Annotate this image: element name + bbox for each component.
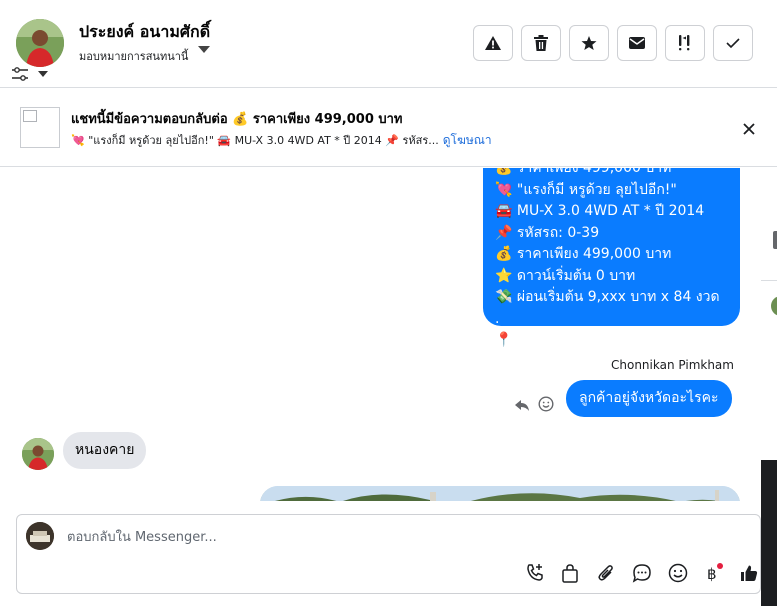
ad-title: แชทนี้มีข้อความตอบกลับต่อ 💰 ราคาเพียง 49… — [71, 112, 403, 127]
incoming-message: หนองคาย — [63, 432, 147, 469]
message-composer: ฿ — [16, 514, 761, 594]
conversation-header: ประยงค์ อนามศักดิ์ มอบหมายการสนทนานี้ — [0, 0, 777, 88]
star-button[interactable] — [569, 25, 609, 61]
thumbs-up-icon[interactable] — [739, 563, 759, 583]
reply-input[interactable] — [65, 525, 565, 549]
message-line: 💰 ราคาเพียง 499,000 บาท — [495, 168, 672, 176]
panel-dark-area — [761, 460, 777, 606]
baht-icon[interactable]: ฿ — [703, 563, 723, 583]
outgoing-message: ลูกค้าอยู่จังหวัดอะไรคะ — [566, 380, 732, 417]
contact-name[interactable]: ประยงค์ อนามศักดิ์ — [79, 20, 210, 45]
spam-button[interactable] — [473, 25, 513, 61]
star-icon — [581, 36, 597, 50]
check-icon — [726, 38, 740, 49]
filter-chevron-down-icon[interactable] — [38, 71, 48, 77]
svg-text:฿: ฿ — [707, 565, 717, 583]
call-add-icon[interactable] — [525, 563, 545, 583]
shopping-bag-icon[interactable] — [560, 563, 580, 583]
chevron-down-icon[interactable] — [198, 46, 210, 53]
message-line: ⭐ ดาวน์เริ่มต้น 0 บาท — [495, 267, 636, 284]
message-line: 🚘 MU-X 3.0 4WD AT * ปี 2014 — [495, 203, 705, 219]
scrollbar-thumb[interactable] — [773, 231, 777, 249]
ad-snippet: 💘 "แรงก็มี หรูด้วย ลุยไปอีก!" 🚘 MU-X 3.0… — [71, 131, 492, 150]
contact-avatar[interactable] — [16, 19, 64, 67]
follow-up-button[interactable] — [665, 25, 705, 61]
view-ad-link[interactable]: ดูโฆษณา — [443, 133, 492, 147]
broken-image-icon — [23, 110, 37, 122]
incoming-photo[interactable] — [260, 486, 740, 501]
chat-bubble-icon[interactable] — [632, 563, 652, 583]
panel-avatar[interactable] — [771, 296, 777, 316]
close-icon[interactable] — [741, 121, 757, 137]
mark-unread-button[interactable] — [617, 25, 657, 61]
paperclip-icon[interactable] — [596, 563, 616, 583]
side-panel-edge — [761, 168, 777, 606]
envelope-icon — [629, 37, 645, 49]
message-thread[interactable]: 💰 ราคาเพียง 499,000 บาท 💘 "แรงก็มี หรูด้… — [0, 168, 760, 501]
contact-avatar-small[interactable] — [22, 438, 54, 470]
emoji-icon[interactable] — [668, 563, 688, 583]
message-line: 💘 "แรงก็มี หรูด้วย ลุยไปอีก!" — [495, 181, 677, 198]
smiley-react-icon[interactable] — [538, 396, 554, 412]
outgoing-ad-message: 💰 ราคาเพียง 499,000 บาท 💘 "แรงก็มี หรูด้… — [483, 168, 740, 348]
message-line: 📍 พร้อมทดลองขับและจัดไฟแนนซ์ — [495, 332, 709, 348]
assign-conversation-label[interactable]: มอบหมายการสนทนานี้ — [79, 47, 188, 65]
alert-icon — [485, 36, 501, 50]
mark-done-button[interactable] — [713, 25, 753, 61]
message-line: 📌 รหัสรถ: 0-39 — [495, 224, 600, 241]
ad-context-banner: แชทนี้มีข้อความตอบกลับต่อ 💰 ราคาเพียง 49… — [0, 89, 777, 167]
message-line: 💰 ราคาเพียง 499,000 บาท — [495, 246, 672, 262]
reply-icon[interactable] — [514, 397, 530, 411]
page-avatar — [26, 522, 54, 550]
ad-thumbnail[interactable] — [20, 107, 60, 148]
ad-snippet-text: 💘 "แรงก็มี หรูด้วย ลุยไปอีก!" 🚘 MU-X 3.0… — [71, 134, 439, 147]
sender-name: Chonnikan Pimkham — [611, 358, 734, 372]
message-line: . — [495, 310, 500, 327]
trash-icon — [534, 35, 548, 51]
delete-button[interactable] — [521, 25, 561, 61]
sliders-icon[interactable] — [11, 66, 29, 82]
message-line: 💸 ผ่อนเริ่มต้น 9,xxx บาท x 84 งวด — [495, 289, 720, 305]
panel-divider — [761, 280, 777, 286]
follow-up-icon — [679, 35, 690, 51]
